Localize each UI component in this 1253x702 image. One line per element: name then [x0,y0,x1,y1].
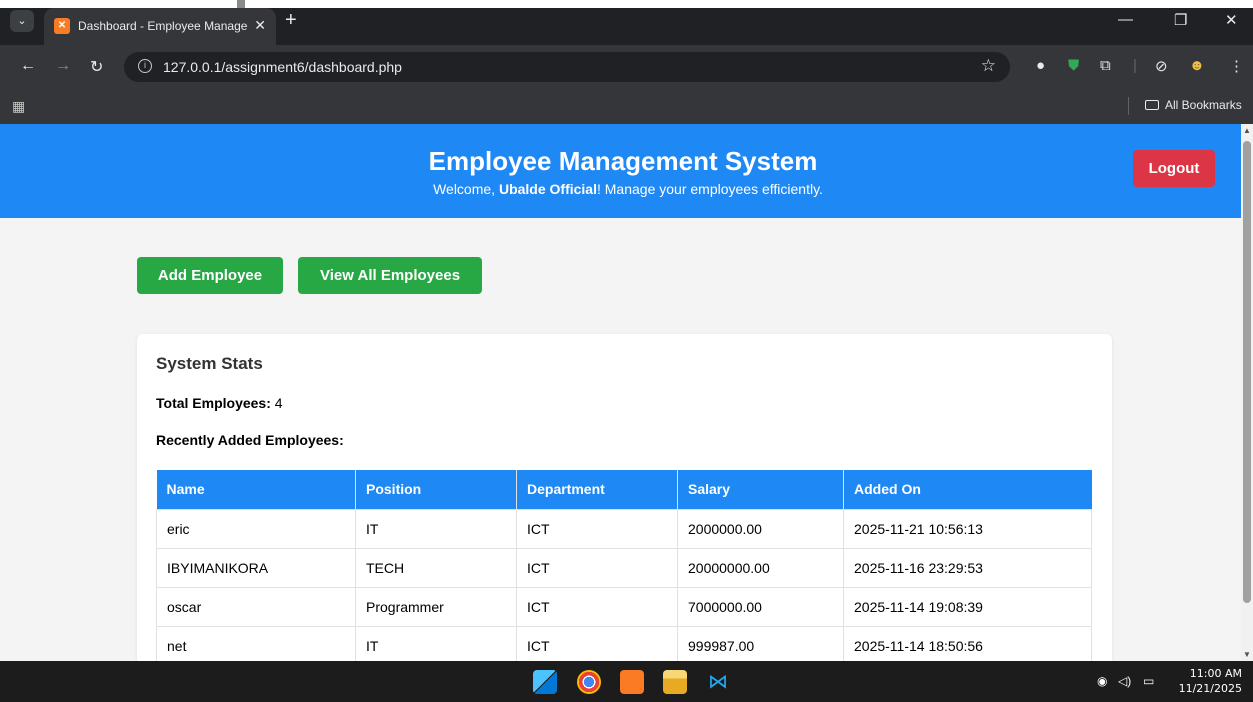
cell-position: IT [355,508,517,549]
column-header-added-on: Added On [843,470,1092,509]
extension-icon[interactable]: ⧉ [1100,57,1111,74]
battery-icon[interactable]: ▭ [1143,674,1154,688]
cell-department: ICT [516,625,678,661]
cell-position: IT [355,625,517,661]
user-name: Ubalde Official [498,181,597,197]
site-info-icon[interactable]: i [138,59,152,73]
table-header-row: Name Position Department Salary Added On [156,470,1092,509]
close-icon[interactable]: ✕ [254,17,266,34]
cell-position: Programmer [355,586,517,627]
bookmarks-bar: ▦ All Bookmarks [0,90,1253,124]
total-employees-stat: Total Employees: 4 [156,395,283,411]
cell-name: IBYIMANIKORA [156,547,356,588]
bookmark-star-icon[interactable]: ☆ [981,56,996,76]
all-bookmarks-button[interactable]: All Bookmarks [1145,98,1242,112]
column-header-position: Position [355,470,517,509]
bookmarks-separator [1128,97,1129,115]
stats-heading: System Stats [156,354,263,373]
clock-date: 11/21/2025 [1178,682,1242,695]
total-employees-value: 4 [274,395,283,411]
cell-department: ICT [516,586,678,627]
column-header-department: Department [516,470,678,509]
table-row: oscar Programmer ICT 7000000.00 2025-11-… [156,586,1092,627]
column-header-name: Name [156,470,356,509]
add-employee-button[interactable]: Add Employee [137,257,283,294]
page-title: Employee Management System [428,146,818,176]
windows-taskbar: ⋈ ◉ ◁) ▭ 11:00 AM 11/21/2025 [0,661,1253,702]
favicon-icon: ✕ [54,18,70,34]
cell-salary: 20000000.00 [677,547,844,588]
cell-name: eric [156,508,356,549]
forward-icon[interactable]: → [55,57,71,75]
scrollbar-thumb[interactable] [1243,141,1251,603]
reload-icon[interactable]: ↻ [90,57,103,77]
system-clock[interactable]: 11:00 AM 11/21/2025 [1179,666,1242,696]
cell-department: ICT [516,547,678,588]
cell-name: net [156,625,356,661]
screen-edge-mark [237,0,245,8]
wifi-icon[interactable]: ◉ [1097,674,1107,688]
vscode-taskbar-icon[interactable]: ⋈ [706,670,730,694]
address-bar[interactable]: i 127.0.0.1/assignment6/dashboard.php ☆ [124,52,1010,82]
file-explorer-taskbar-icon[interactable] [663,670,687,694]
menu-icon[interactable]: ⋮ [1229,57,1244,75]
profile-avatar-icon[interactable]: ☻ [1189,57,1205,74]
toolbar-divider: | [1133,57,1137,74]
table-row: IBYIMANIKORA TECH ICT 20000000.00 2025-1… [156,547,1092,588]
cell-added-on: 2025-11-14 19:08:39 [843,586,1092,627]
page-content: Employee Management System Welcome, Ubal… [0,124,1241,661]
xampp-taskbar-icon[interactable] [620,670,644,694]
cell-department: ICT [516,508,678,549]
browser-toolbar: ← → ↻ i 127.0.0.1/assignment6/dashboard.… [0,45,1253,90]
windows-start-icon[interactable] [533,670,557,694]
apps-icon[interactable]: ▦ [12,98,25,115]
minimize-icon[interactable]: — [1118,11,1133,28]
total-employees-label: Total Employees: [156,395,271,411]
new-tab-icon[interactable]: + [285,9,297,32]
cell-added-on: 2025-11-16 23:29:53 [843,547,1092,588]
table-row: eric IT ICT 2000000.00 2025-11-21 10:56:… [156,508,1092,549]
folder-icon [1145,100,1159,110]
cell-salary: 999987.00 [677,625,844,661]
recent-employees-table: Name Position Department Salary Added On… [156,470,1092,661]
column-header-salary: Salary [677,470,844,509]
welcome-message: Welcome, Ubalde Official! Manage your em… [0,181,1241,197]
browser-tab-strip: ⌄ ✕ Dashboard - Employee Manage ✕ + — ❐ … [0,0,1253,45]
cell-position: TECH [355,547,517,588]
page-header: Employee Management System Welcome, Ubal… [0,124,1241,218]
cell-name: oscar [156,586,356,627]
all-bookmarks-label: All Bookmarks [1165,98,1242,112]
welcome-prefix: Welcome, [433,181,499,197]
cell-salary: 2000000.00 [677,508,844,549]
globe-extension-icon[interactable]: ● [1036,57,1045,74]
clock-time: 11:00 AM [1189,667,1242,680]
view-all-employees-button[interactable]: View All Employees [298,257,482,294]
system-stats-card: System Stats Total Employees: 4 Recently… [137,334,1112,661]
cell-added-on: 2025-11-21 10:56:13 [843,508,1092,549]
tab-search-icon[interactable]: ⌄ [10,10,34,32]
page-scrollbar[interactable]: ▲ ▼ [1241,124,1253,661]
recent-employees-label: Recently Added Employees: [156,432,344,448]
scroll-down-icon[interactable]: ▼ [1243,650,1251,659]
performance-icon[interactable]: ⊘ [1155,57,1168,75]
volume-icon[interactable]: ◁) [1118,674,1131,688]
restore-icon[interactable]: ❐ [1174,11,1187,29]
cell-salary: 7000000.00 [677,586,844,627]
logout-button[interactable]: Logout [1133,150,1215,187]
screen-top-edge [0,0,1253,8]
tab-title: Dashboard - Employee Manage [78,19,248,33]
browser-tab-active[interactable]: ✕ Dashboard - Employee Manage ✕ [44,8,276,45]
scroll-up-icon[interactable]: ▲ [1243,126,1251,135]
close-window-icon[interactable]: ✕ [1225,11,1238,29]
cell-added-on: 2025-11-14 18:50:56 [843,625,1092,661]
welcome-suffix: ! Manage your employees efficiently. [596,181,823,197]
table-row: net IT ICT 999987.00 2025-11-14 18:50:56 [156,625,1092,661]
back-icon[interactable]: ← [20,57,36,75]
url-text[interactable]: 127.0.0.1/assignment6/dashboard.php [163,59,402,75]
chrome-taskbar-icon[interactable] [577,670,601,694]
shield-extension-icon[interactable]: ⛊ [1068,57,1079,74]
